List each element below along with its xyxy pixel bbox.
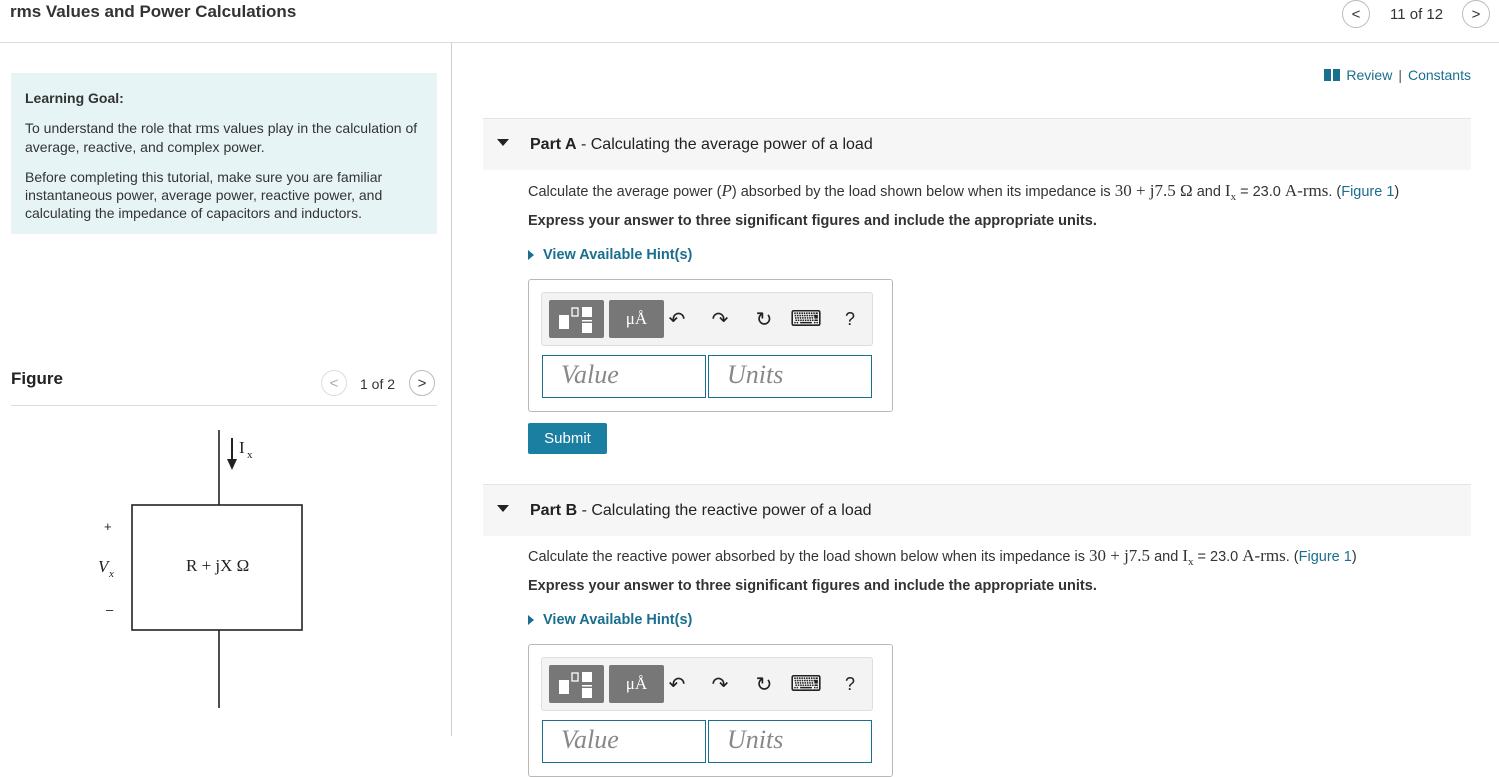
math-toolbar: μÅ ↶ ↷ ↻ ⌨ ?: [541, 657, 873, 711]
learning-goal-text: To understand the role that rms values p…: [25, 120, 418, 155]
impedance-label: R + jX Ω: [186, 556, 249, 575]
submit-button[interactable]: Submit: [528, 423, 607, 454]
chevron-right-icon: >: [417, 374, 427, 392]
item-pager-text: 11 of 12: [1390, 6, 1444, 23]
review-constants-links: Review | Constants: [1324, 67, 1471, 83]
part-b-hint-toggle[interactable]: View Available Hint(s): [528, 612, 692, 628]
link-separator: |: [1398, 67, 1402, 83]
redo-icon[interactable]: ↷: [708, 672, 732, 696]
top-bar: rms Values and Power Calculations < 11 o…: [0, 0, 1499, 43]
part-b-answer-box: μÅ ↶ ↷ ↻ ⌨ ? Value Units: [528, 644, 893, 777]
rms-term: rms: [195, 120, 220, 137]
constants-link[interactable]: Constants: [1408, 67, 1471, 83]
chevron-left-icon: <: [1351, 5, 1361, 23]
templates-icon: [559, 307, 592, 333]
hint-label: View Available Hint(s): [543, 612, 693, 628]
templates-button[interactable]: [549, 665, 604, 703]
hint-label: View Available Hint(s): [543, 247, 693, 263]
page-title: rms Values and Power Calculations: [10, 2, 297, 21]
part-a-answer-box: μÅ ↶ ↷ ↻ ⌨ ? Value Units: [528, 279, 893, 412]
plus-sign: +: [104, 519, 112, 534]
part-b-title: Part B - Calculating the reactive power …: [530, 502, 872, 519]
expand-triangle-icon: [528, 250, 534, 260]
learning-goal-prereq: Before completing this tutorial, make su…: [25, 169, 383, 221]
book-icon: [1324, 69, 1341, 81]
collapse-caret-icon[interactable]: [497, 505, 509, 512]
current-label-sub: x: [247, 449, 253, 461]
templates-icon: [559, 672, 592, 698]
help-icon[interactable]: ?: [838, 672, 862, 696]
part-b-header[interactable]: Part B - Calculating the reactive power …: [483, 484, 1471, 536]
figure-next-button[interactable]: >: [409, 370, 435, 396]
templates-button[interactable]: [549, 300, 604, 338]
undo-icon[interactable]: ↶: [665, 672, 689, 696]
part-a-instruction: Express your answer to three significant…: [528, 213, 1097, 229]
part-a-title: Part A - Calculating the average power o…: [530, 136, 873, 153]
chevron-right-icon: >: [1471, 5, 1481, 23]
expand-triangle-icon: [528, 615, 534, 625]
figure-header: Figure < 1 of 2 >: [11, 361, 437, 406]
review-link[interactable]: Review: [1346, 67, 1392, 83]
units-field[interactable]: Units: [708, 355, 872, 398]
redo-icon[interactable]: ↷: [708, 307, 732, 331]
part-a-header[interactable]: Part A - Calculating the average power o…: [483, 118, 1471, 170]
units-field[interactable]: Units: [708, 720, 872, 763]
figure-title: Figure: [11, 369, 63, 388]
current-arrow-head: [227, 459, 237, 470]
next-item-button[interactable]: >: [1462, 0, 1490, 28]
figure-1-link[interactable]: Figure 1: [1299, 549, 1352, 565]
math-toolbar: μÅ ↶ ↷ ↻ ⌨ ?: [541, 292, 873, 346]
circuit-figure: I x + V x – R + jX Ω: [98, 430, 303, 708]
reset-icon[interactable]: ↻: [752, 672, 776, 696]
value-field[interactable]: Value: [542, 355, 706, 398]
collapse-caret-icon[interactable]: [497, 139, 509, 146]
figure-1-link[interactable]: Figure 1: [1341, 184, 1394, 200]
units-symbols-button[interactable]: μÅ: [609, 300, 664, 338]
minus-sign: –: [106, 602, 114, 617]
keyboard-icon[interactable]: ⌨: [790, 671, 822, 696]
undo-icon[interactable]: ↶: [665, 307, 689, 331]
current-label: I: [239, 438, 245, 457]
part-a-question: Calculate the average power (P) absorbed…: [528, 181, 1400, 203]
value-field[interactable]: Value: [542, 720, 706, 763]
help-icon[interactable]: ?: [838, 307, 862, 331]
voltage-label-sub: x: [108, 568, 114, 580]
prev-item-button[interactable]: <: [1342, 0, 1370, 28]
part-b-instruction: Express your answer to three significant…: [528, 578, 1097, 594]
figure-pager-text: 1 of 2: [360, 376, 396, 392]
chevron-left-icon: <: [329, 374, 339, 392]
figure-prev-button[interactable]: <: [321, 370, 347, 396]
learning-goal-box: Learning Goal: To understand the role th…: [11, 73, 437, 234]
units-symbols-button[interactable]: μÅ: [609, 665, 664, 703]
part-b-question: Calculate the reactive power absorbed by…: [528, 546, 1357, 568]
learning-goal-title: Learning Goal:: [25, 90, 124, 106]
reset-icon[interactable]: ↻: [752, 307, 776, 331]
left-panel: Learning Goal: To understand the role th…: [0, 43, 452, 736]
part-a-hint-toggle[interactable]: View Available Hint(s): [528, 247, 692, 263]
keyboard-icon[interactable]: ⌨: [790, 306, 822, 331]
